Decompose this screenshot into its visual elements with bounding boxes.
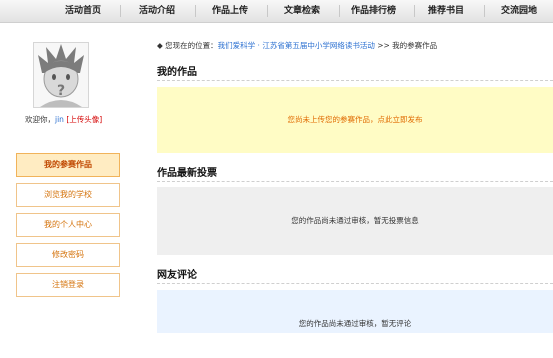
section-title-votes: 作品最新投票 bbox=[157, 168, 217, 179]
sidebar-item-personal-center[interactable]: 我的个人中心 bbox=[16, 213, 120, 237]
nav-item-ranking[interactable]: 作品排行榜 bbox=[351, 0, 396, 22]
nav-divider bbox=[195, 5, 196, 17]
upload-prompt-link[interactable]: 您尚未上传您的参赛作品，点此立即发布 bbox=[157, 87, 553, 153]
nav-item-intro[interactable]: 活动介绍 bbox=[139, 0, 175, 22]
svg-text:?: ? bbox=[57, 83, 65, 99]
nav-item-search[interactable]: 文章检索 bbox=[284, 0, 320, 22]
nav-divider bbox=[484, 5, 485, 17]
section-divider bbox=[157, 283, 553, 284]
nav-divider bbox=[339, 5, 340, 17]
breadcrumb-prefix: 您现在的位置： bbox=[165, 41, 218, 50]
sidebar-item-browse-school[interactable]: 浏览我的学校 bbox=[16, 183, 120, 207]
nav-item-forum[interactable]: 交流园地 bbox=[501, 0, 537, 22]
votes-status-message: 您的作品尚未通过审核，暂无投票信息 bbox=[157, 187, 553, 255]
welcome-text: 欢迎你，jin [上传头像] bbox=[25, 114, 102, 125]
section-divider bbox=[157, 181, 553, 182]
sidebar-item-logout[interactable]: 注销登录 bbox=[16, 273, 120, 297]
nav-divider bbox=[414, 5, 415, 17]
sidebar-item-change-password[interactable]: 修改密码 bbox=[16, 243, 120, 267]
breadcrumb-current: 我的参赛作品 bbox=[392, 41, 438, 50]
nav-item-books[interactable]: 推荐书目 bbox=[428, 0, 464, 22]
top-nav: 活动首页 活动介绍 作品上传 文章检索 作品排行榜 推荐书目 交流园地 bbox=[0, 0, 553, 23]
breadcrumb-link[interactable]: 我们爱科学 · 江苏省第五届中小学网络读书活动 bbox=[218, 41, 375, 50]
section-divider bbox=[157, 80, 553, 81]
sidebar-item-my-works[interactable]: 我的参赛作品 bbox=[16, 153, 120, 177]
breadcrumb: ◆ 您现在的位置：我们爱科学 · 江苏省第五届中小学网络读书活动 >> 我的参赛… bbox=[157, 40, 437, 51]
avatar: ? bbox=[33, 42, 89, 108]
section-title-comments: 网友评论 bbox=[157, 270, 197, 281]
username-link[interactable]: jin bbox=[55, 115, 64, 124]
nav-item-upload[interactable]: 作品上传 bbox=[212, 0, 248, 22]
avatar-placeholder-icon: ? bbox=[38, 44, 84, 107]
nav-item-home[interactable]: 活动首页 bbox=[65, 0, 101, 22]
nav-divider bbox=[120, 5, 121, 17]
comments-status-message: 您的作品尚未通过审核，暂无评论 bbox=[157, 290, 553, 333]
section-title-my-works: 我的作品 bbox=[157, 67, 197, 78]
nav-divider bbox=[267, 5, 268, 17]
breadcrumb-separator: >> bbox=[374, 41, 393, 50]
upload-avatar-link[interactable]: [上传头像] bbox=[66, 115, 102, 124]
breadcrumb-marker: ◆ bbox=[157, 41, 163, 50]
welcome-prefix: 欢迎你， bbox=[25, 115, 55, 124]
